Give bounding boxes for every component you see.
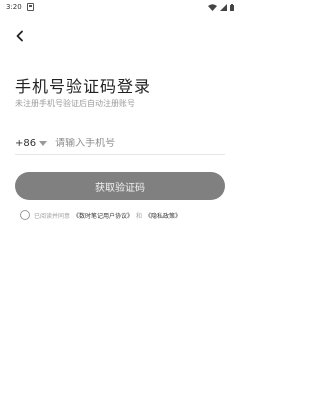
page-subtitle: 未注册手机号验证后自动注册账号 [15,99,135,108]
agreement-prefix: 已阅读并同意 [34,212,71,220]
status-bar: 3:20 [0,0,240,14]
status-time: 3:20 [6,3,22,11]
triangle-down-icon[interactable] [39,140,48,147]
sim-card-icon [26,3,34,11]
status-right [208,3,234,11]
status-left: 3:20 [6,3,34,11]
back-button[interactable] [12,28,28,44]
privacy-policy-link[interactable]: 《隐私政策》 [145,211,181,220]
page-title: 手机号验证码登录 [15,77,152,96]
agreement-and: 和 [136,212,143,220]
phone-input-row: +86 [15,133,225,155]
get-code-button[interactable]: 获取验证码 [15,172,225,200]
agree-checkbox[interactable] [20,210,30,220]
login-screen: 3:20 手机号验证码登录 未注册手机号验证后自动注册账号 +86 请输入手机号… [0,0,240,400]
phone-input[interactable] [55,138,216,149]
battery-icon [230,3,234,11]
back-arrow-icon [16,30,23,42]
country-code[interactable]: +86 [15,138,36,149]
agreement-row: 已阅读并同意 《数时笔记用户协议》 和 《隐私政策》 [20,209,181,221]
wifi-icon [208,3,217,11]
signal-icon [220,3,227,11]
user-agreement-link[interactable]: 《数时笔记用户协议》 [73,211,133,220]
